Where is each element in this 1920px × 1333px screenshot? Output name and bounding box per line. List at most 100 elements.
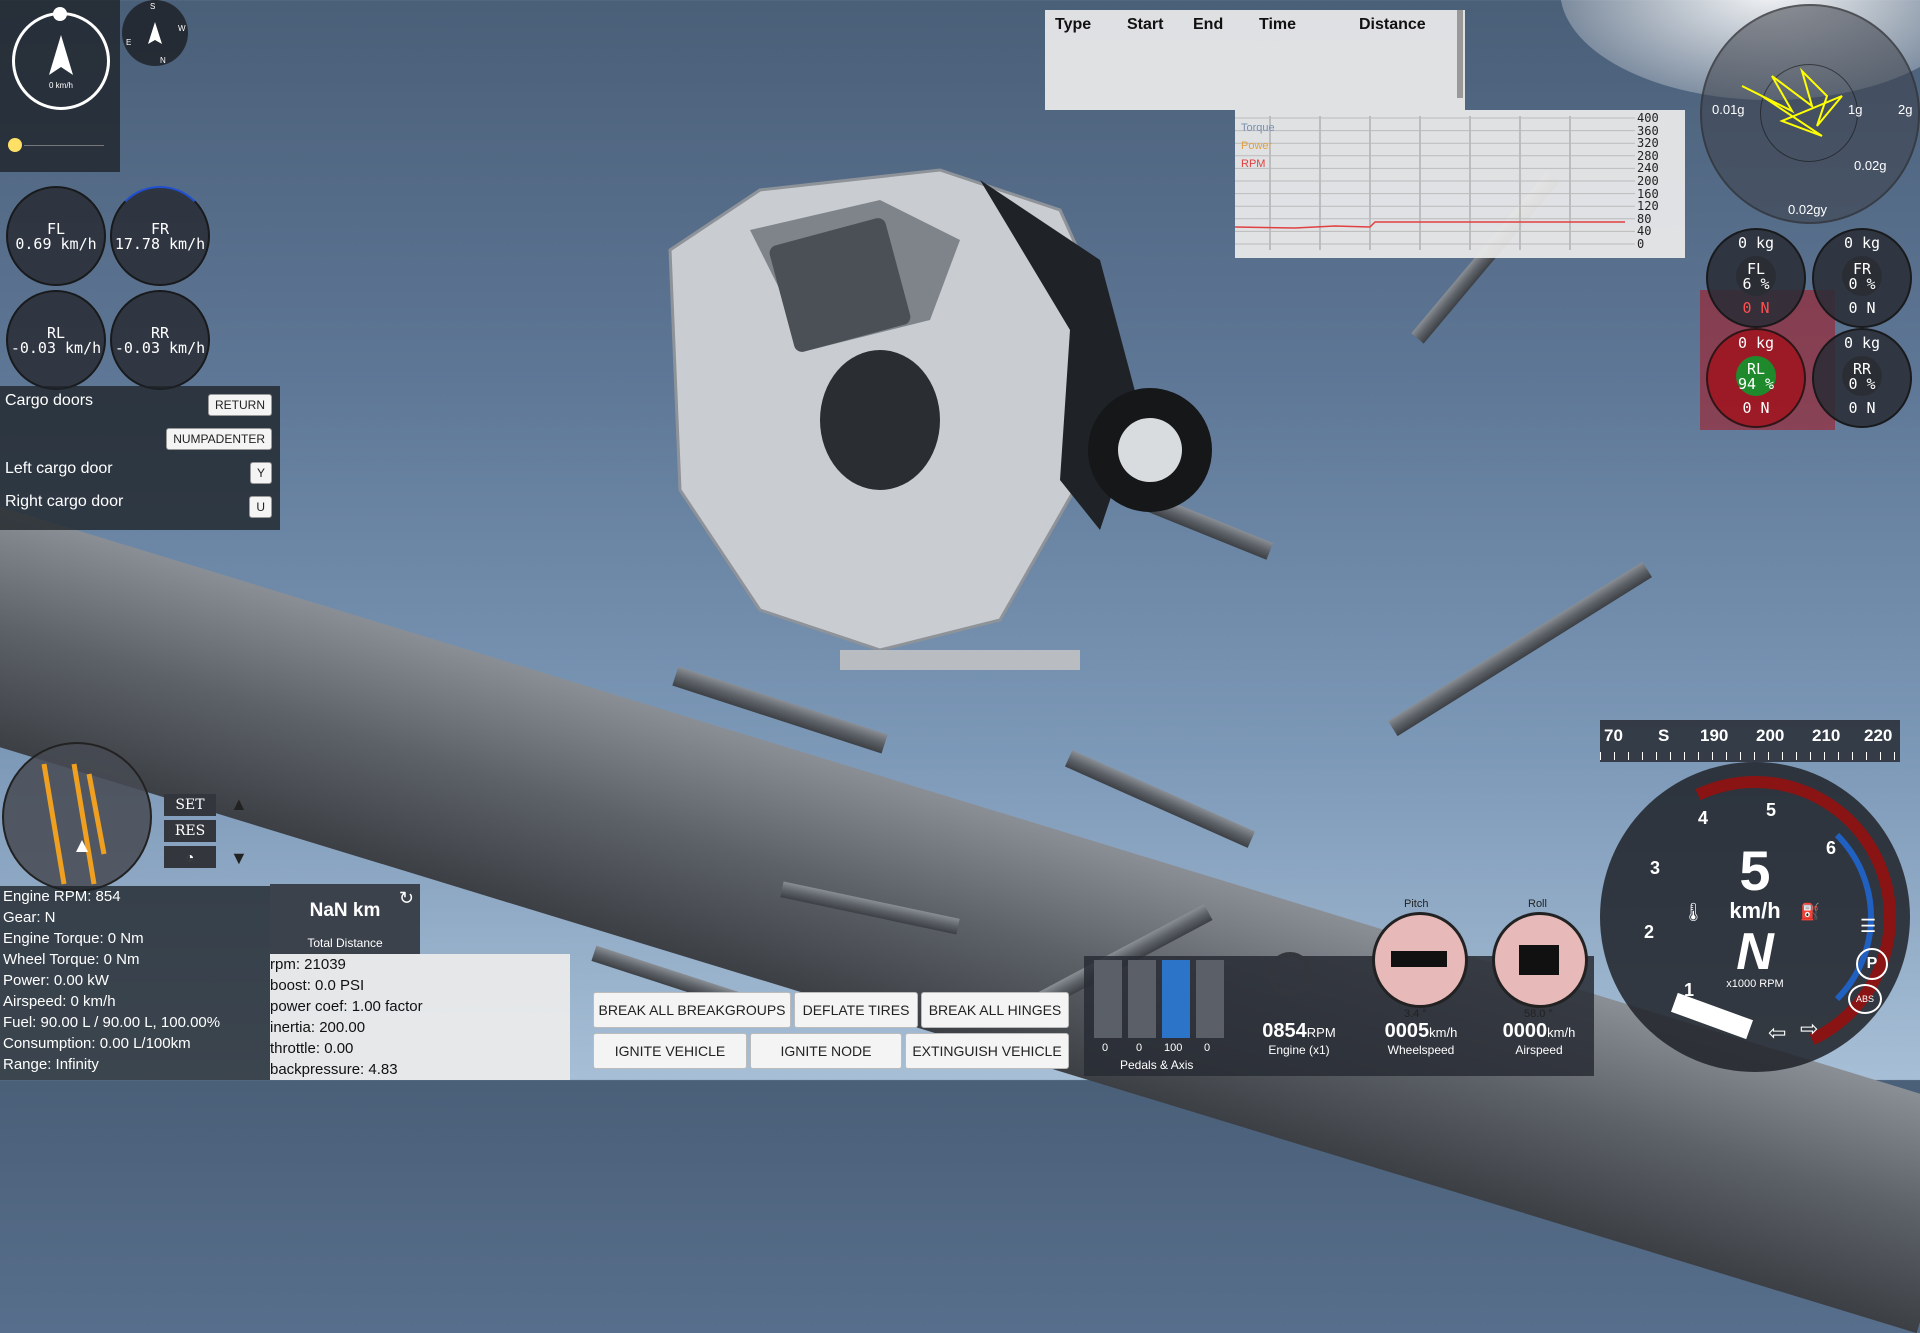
cruise-down-icon[interactable]: ▼ xyxy=(230,848,248,869)
tyre-gauge-fr: FR 17.78 km/h xyxy=(110,186,210,286)
heading-tape: 70 S 190 200 210 220 xyxy=(1600,720,1900,762)
dial-2: 2 xyxy=(1644,922,1655,942)
load-gauge-rr: 0 kg RR 0 % 0 N xyxy=(1812,328,1912,428)
g-label-2: 1g xyxy=(1848,102,1863,117)
torque-graph-svg xyxy=(1234,116,1635,250)
pitch-gauge xyxy=(1372,912,1468,1008)
load-gauge-rl: 0 kg RL 94 % 0 N xyxy=(1706,328,1806,428)
info-rpm: Engine RPM: 854 xyxy=(3,888,121,905)
ramp-piece-5 xyxy=(1064,750,1256,848)
left-cargo-door-key[interactable]: Y xyxy=(249,462,272,484)
break-all-hinges-button[interactable]: BREAK ALL HINGES xyxy=(921,992,1069,1028)
fl-kg: 0 kg xyxy=(1737,234,1775,252)
tick: 400 xyxy=(1637,111,1659,125)
wheelspeed-readout: 0005km/h Wheelspeed xyxy=(1366,1020,1476,1057)
pedal-value-1: 0 xyxy=(1102,1042,1109,1054)
info-fuel: Fuel: 90.00 L / 90.00 L, 100.00% xyxy=(3,1014,221,1031)
rpm-unit: x1000 RPM xyxy=(1726,978,1784,990)
ignite-node-button[interactable]: IGNITE NODE xyxy=(750,1033,902,1069)
pedals: 0 0 100 0 Pedals & Axis xyxy=(1090,960,1240,1072)
minimap[interactable] xyxy=(2,742,152,892)
extinguish-vehicle-button[interactable]: EXTINGUISH VEHICLE xyxy=(905,1033,1069,1069)
gforce-trace-icon xyxy=(1741,67,1843,137)
airspeed-value: 0000 xyxy=(1502,1020,1548,1042)
fr-hub: FR 0 % xyxy=(1842,256,1882,296)
cruise-res-button[interactable]: RES xyxy=(164,820,216,842)
debug-power-coef: power coef: 1.00 factor xyxy=(270,998,423,1015)
tape-ticks xyxy=(1600,752,1900,760)
debug-boost: boost: 0.0 PSI xyxy=(270,977,365,994)
g-label-5: 0.02gy xyxy=(1788,202,1828,217)
cruise-speedometer-icon[interactable]: ◔ xyxy=(164,846,216,868)
right-cargo-door-label: Right cargo door xyxy=(5,493,124,510)
cruise-set-button[interactable]: SET xyxy=(164,794,216,816)
tyre-gauge-rr: RR -0.03 km/h xyxy=(110,290,210,390)
pedal-steer-bar xyxy=(1196,960,1224,1038)
tyre-fr-value: 17.78 km/h xyxy=(114,235,206,253)
trip-panel: NaN km ↻ Total Distance xyxy=(270,884,420,954)
pedal-value-4: 0 xyxy=(1204,1042,1211,1054)
tick: 120 xyxy=(1637,199,1659,214)
legend-power: Power xyxy=(1241,140,1273,152)
slider-knob[interactable] xyxy=(8,138,22,152)
right-turn-icon: ⇨ xyxy=(1800,1016,1819,1041)
compass-panel: 0 km/h xyxy=(0,0,120,172)
info-wheel-torque: Wheel Torque: 0 Nm xyxy=(3,951,140,968)
tick: 200 xyxy=(1637,173,1659,188)
ramp-piece-3 xyxy=(1388,561,1652,737)
roll-value: 58.0 ° xyxy=(1524,1008,1553,1020)
parking-brake-icon: P xyxy=(1856,948,1888,980)
return-key[interactable]: RETURN xyxy=(208,394,272,416)
wheelspeed-value: 0005 xyxy=(1384,1020,1430,1042)
steering-wheel-icon xyxy=(1268,952,1312,996)
gforce-meter: 0.01g 1g 2g 0.02g 0.02gy xyxy=(1700,4,1920,224)
torque-graph: Torque Power RPM 400 360 320 280 240 200… xyxy=(1234,110,1685,258)
dial-4: 4 xyxy=(1698,808,1709,828)
numpadenter-key[interactable]: NUMPADENTER xyxy=(166,428,272,450)
g-label-4: 0.02g xyxy=(1854,158,1887,173)
col-distance: Distance xyxy=(1359,16,1426,33)
cargo-doors-title: Cargo doors xyxy=(5,392,94,409)
cruise-up-icon[interactable]: ▲ xyxy=(230,794,248,815)
tick: 0 xyxy=(1637,236,1645,251)
cruise-control: SET RES ◔ ▲ ▼ xyxy=(164,794,254,878)
wheelspeed-unit: km/h xyxy=(1429,1025,1458,1040)
left-turn-icon: ⇦ xyxy=(1768,1020,1787,1045)
fr-label: FR xyxy=(1852,260,1872,278)
fl-n: 0 N xyxy=(1742,299,1770,317)
minimap-roads xyxy=(41,763,107,885)
pedal-value-3: 100 xyxy=(1164,1042,1183,1054)
speed-value: 5 xyxy=(1739,839,1771,902)
abs-icon: ABS xyxy=(1848,984,1882,1014)
info-engine-torque: Engine Torque: 0 Nm xyxy=(3,930,144,947)
ignite-vehicle-button[interactable]: IGNITE VEHICLE xyxy=(593,1033,747,1069)
info-airspeed: Airspeed: 0 km/h xyxy=(3,993,116,1010)
fr-kg: 0 kg xyxy=(1843,234,1881,252)
col-time: Time xyxy=(1259,16,1297,33)
engine-rpm-unit: RPM xyxy=(1306,1025,1336,1040)
engine-readout: 0854RPM Engine (x1) xyxy=(1244,1020,1354,1057)
trip-reset-icon[interactable]: ↻ xyxy=(399,888,414,909)
timing-header-row: Type Start End Time Distance xyxy=(1045,10,1465,40)
break-all-breakgroups-button[interactable]: BREAK ALL BREAKGROUPS xyxy=(593,992,791,1028)
airspeed-readout: 0000km/h Airspeed xyxy=(1484,1020,1594,1057)
pedal-brake-bar xyxy=(1128,960,1156,1038)
load-gauge-fl: 0 kg FL 6 % 0 N xyxy=(1706,228,1806,328)
debug-throttle: throttle: 0.00 xyxy=(270,1040,354,1057)
right-cargo-door-key[interactable]: U xyxy=(249,496,272,518)
mini-compass: S W E N xyxy=(122,0,188,66)
wrecked-vehicle xyxy=(640,150,1260,690)
roll-label: Roll xyxy=(1528,898,1547,910)
trip-distance: NaN km xyxy=(309,900,381,921)
headlight-icon: ☰ xyxy=(1860,916,1877,936)
deflate-tires-button[interactable]: DEFLATE TIRES xyxy=(794,992,918,1028)
info-power: Power: 0.00 kW xyxy=(3,972,109,989)
rl-n: 0 N xyxy=(1742,399,1770,417)
tyre-rr-value: -0.03 km/h xyxy=(114,339,206,357)
dir-e: E xyxy=(126,38,132,47)
tape-6: 220 xyxy=(1864,726,1893,745)
rr-pct: 0 % xyxy=(1848,375,1876,393)
col-end: End xyxy=(1193,16,1224,33)
table-scrollbar[interactable] xyxy=(1457,10,1463,98)
rl-kg: 0 kg xyxy=(1737,334,1775,352)
